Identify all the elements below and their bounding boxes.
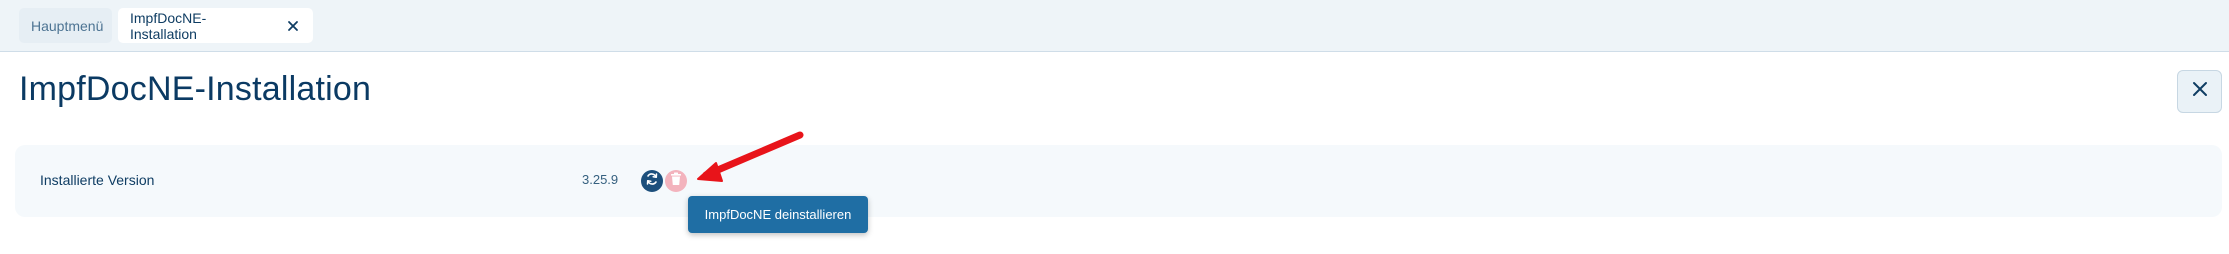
tab-impfdocne-installation[interactable]: ImpfDocNE-Installation xyxy=(118,8,313,43)
uninstall-tooltip: ImpfDocNE deinstallieren xyxy=(688,196,868,233)
installed-version-row: Installierte Version 3.25.9 xyxy=(15,145,2222,217)
installed-version-label: Installierte Version xyxy=(40,172,155,188)
refresh-icon xyxy=(645,172,659,191)
tab-hauptmenu[interactable]: Hauptmenü xyxy=(19,8,112,43)
reinstall-button[interactable] xyxy=(641,170,663,192)
close-icon xyxy=(2191,80,2209,103)
tab-bar: Hauptmenü ImpfDocNE-Installation xyxy=(0,0,2229,52)
close-page-button[interactable] xyxy=(2177,70,2222,113)
tooltip-text: ImpfDocNE deinstallieren xyxy=(704,207,852,222)
installed-version-value: 3.25.9 xyxy=(582,172,619,187)
tab-hauptmenu-label: Hauptmenü xyxy=(31,17,104,34)
tab-active-label: ImpfDocNE-Installation xyxy=(130,9,207,42)
close-icon[interactable] xyxy=(285,18,301,34)
annotation-arrow-icon xyxy=(697,131,804,182)
page-title: ImpfDocNE-Installation xyxy=(19,70,372,108)
